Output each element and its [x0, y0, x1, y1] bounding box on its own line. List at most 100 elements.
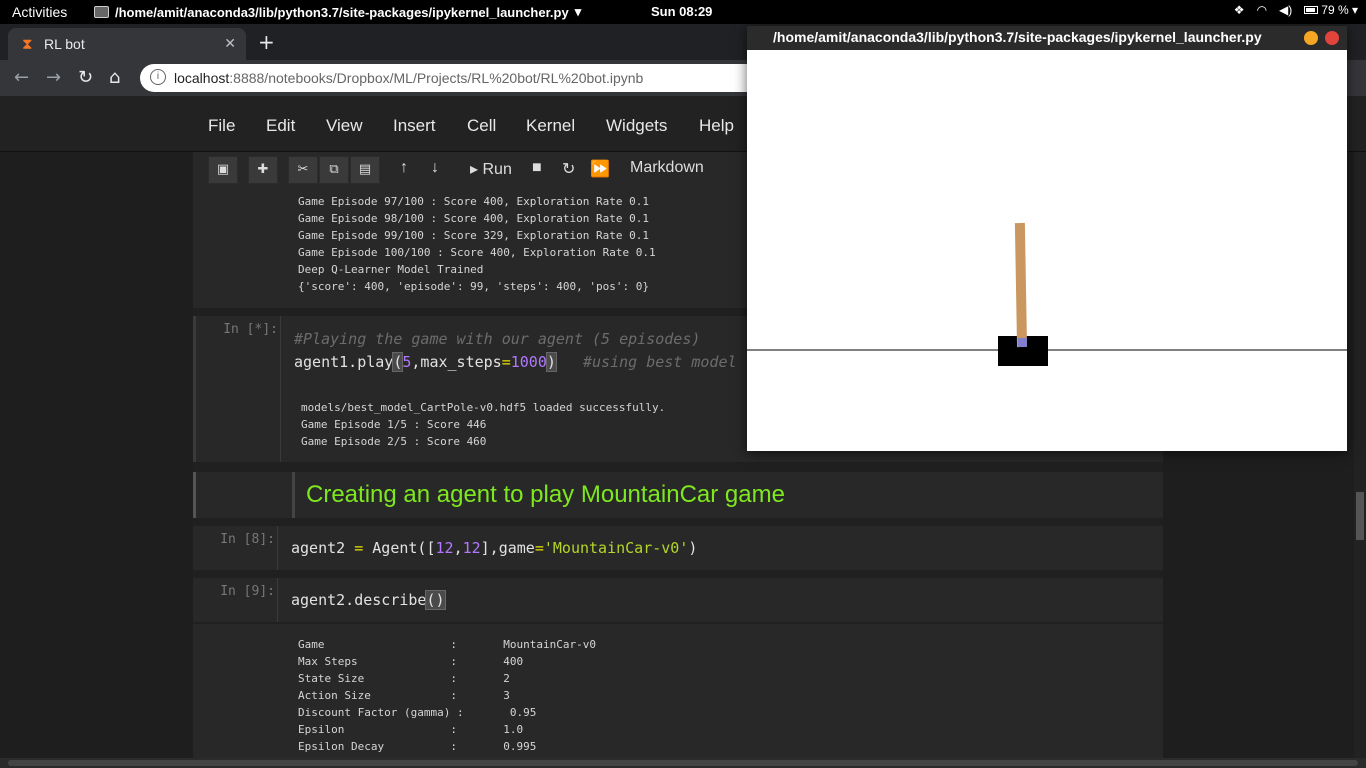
- cartpole-canvas: [747, 50, 1347, 451]
- code-agent2-n1: 12: [435, 539, 454, 557]
- code-play-line[interactable]: agent1.play(5,max_steps=1000) #using bes…: [294, 352, 737, 372]
- scissors-icon[interactable]: ✂: [288, 156, 318, 184]
- menu-file[interactable]: File: [208, 116, 235, 136]
- code-describe-parens: (): [425, 590, 446, 610]
- code-paren-close: ): [545, 352, 557, 372]
- markdown-heading-cell[interactable]: Creating an agent to play MountainCar ga…: [193, 472, 1163, 518]
- fast-forward-icon[interactable]: ⏩: [590, 159, 610, 179]
- code-agent2-kw: ],game: [480, 539, 535, 557]
- menu-kernel[interactable]: Kernel: [526, 116, 575, 136]
- wifi-icon: ◠: [1256, 3, 1268, 17]
- code-trailing-comment: #using best model: [583, 353, 737, 371]
- axle: [1018, 338, 1027, 347]
- arrow-down-icon[interactable]: ↓: [431, 159, 439, 177]
- horizontal-scrollbar[interactable]: [0, 758, 1366, 768]
- battery-percent: 79 %: [1321, 3, 1349, 17]
- cell-describe[interactable]: In [9]: agent2.describe(): [193, 578, 1163, 622]
- system-top-bar: Activities /home/amit/anaconda3/lib/pyth…: [0, 0, 1366, 24]
- clock[interactable]: Sun 08:29: [651, 4, 712, 19]
- cell-prompt-9: In [9]:: [220, 584, 275, 599]
- cell-prompt: In [*]:: [223, 322, 278, 337]
- menu-widgets[interactable]: Widgets: [606, 116, 667, 136]
- chevron-down-icon: ▾: [574, 4, 582, 19]
- cell-type-select[interactable]: Markdown: [630, 159, 704, 177]
- tab-rl-bot[interactable]: ⧗ RL bot ✕: [8, 28, 246, 60]
- address-bar[interactable]: i localhost:8888/notebooks/Dropbox/ML/Pr…: [140, 64, 760, 92]
- app-menu-title: /home/amit/anaconda3/lib/python3.7/site-…: [115, 4, 569, 20]
- restart-icon[interactable]: ↻: [562, 159, 575, 179]
- code-comment-line[interactable]: #Playing the game with our agent (5 epis…: [294, 330, 700, 348]
- system-tray[interactable]: ❖ ◠ ◀) 79 % ▾: [1234, 3, 1358, 17]
- code-agent2-lhs: agent2: [291, 539, 355, 557]
- code-equals: =: [501, 353, 511, 371]
- window-title: /home/amit/anaconda3/lib/python3.7/site-…: [773, 29, 1262, 45]
- code-play-call: agent1.play: [294, 353, 394, 371]
- markdown-divider: [292, 472, 295, 518]
- code-comma: ,: [453, 539, 463, 557]
- copy-icon[interactable]: ⧉: [319, 156, 349, 184]
- run-label: Run: [482, 161, 512, 178]
- close-icon[interactable]: ✕: [224, 35, 236, 52]
- cell-prompt-8: In [8]:: [220, 532, 275, 547]
- cell-divider: [277, 526, 278, 570]
- jupyter-toolbar: ▣ ✚ ✂ ⧉ ▤ ↑ ↓ ▸ Run ■ ↻ ⏩ Markdown: [208, 154, 748, 186]
- cell-output-describe: Game : MountainCar-v0 Max Steps : 400 St…: [193, 624, 1163, 758]
- save-icon[interactable]: ▣: [208, 156, 238, 184]
- cell-agent2-create[interactable]: In [8]: agent2 = Agent([12,12],game='Mou…: [193, 526, 1163, 570]
- code-agent2-close: ): [688, 539, 698, 557]
- run-button[interactable]: ▸ Run: [470, 159, 512, 179]
- gym-render-window[interactable]: /home/amit/anaconda3/lib/python3.7/site-…: [747, 26, 1347, 451]
- plus-icon[interactable]: ✚: [248, 156, 278, 184]
- play-output: models/best_model_CartPole-v0.hdf5 loade…: [301, 401, 666, 448]
- app-menu[interactable]: /home/amit/anaconda3/lib/python3.7/site-…: [94, 4, 581, 20]
- scroll-thumb[interactable]: [1356, 492, 1364, 540]
- dropbox-icon[interactable]: ❖: [1234, 3, 1245, 17]
- training-output: Game Episode 97/100 : Score 400, Explora…: [298, 195, 656, 293]
- canvas-background: [747, 50, 1347, 451]
- url-host: localhost: [174, 70, 230, 86]
- code-agent2-call: Agent([: [363, 539, 436, 557]
- code-describe-line[interactable]: agent2.describe(): [291, 590, 446, 610]
- cell-divider: [277, 578, 278, 622]
- arrow-up-icon[interactable]: ↑: [400, 159, 408, 177]
- run-icon: ▸: [470, 161, 479, 178]
- markdown-heading: Creating an agent to play MountainCar ga…: [306, 481, 785, 508]
- code-describe-call: agent2.describe: [291, 591, 427, 609]
- new-tab-button[interactable]: +: [258, 30, 275, 54]
- forward-icon[interactable]: →: [46, 67, 61, 88]
- info-icon[interactable]: i: [150, 69, 166, 85]
- activities-button[interactable]: Activities: [12, 4, 67, 20]
- code-comment: #Playing the game with our agent (5 epis…: [294, 330, 701, 348]
- vertical-scrollbar[interactable]: [1354, 152, 1366, 758]
- minimize-button[interactable]: [1304, 31, 1318, 45]
- scroll-thumb[interactable]: [8, 760, 1358, 766]
- url-text: localhost:8888/notebooks/Dropbox/ML/Proj…: [174, 70, 643, 86]
- code-agent2-game: 'MountainCar-v0': [543, 539, 689, 557]
- paste-icon[interactable]: ▤: [350, 156, 380, 184]
- battery-icon: [1304, 6, 1319, 14]
- code-equals-2: =: [534, 539, 544, 557]
- hourglass-icon: ⧗: [22, 36, 33, 53]
- code-agent2-line[interactable]: agent2 = Agent([12,12],game='MountainCar…: [291, 539, 697, 557]
- window-titlebar[interactable]: /home/amit/anaconda3/lib/python3.7/site-…: [747, 26, 1347, 50]
- menu-insert[interactable]: Insert: [393, 116, 436, 136]
- menu-cell[interactable]: Cell: [467, 116, 496, 136]
- stop-icon[interactable]: ■: [532, 159, 542, 177]
- code-assign: =: [354, 539, 364, 557]
- code-agent2-n2: 12: [462, 539, 481, 557]
- code-play-steps: 1000: [510, 353, 547, 371]
- volume-icon: ◀): [1279, 3, 1293, 17]
- reload-icon[interactable]: ↻: [78, 67, 93, 88]
- home-icon[interactable]: ⌂: [109, 67, 120, 88]
- describe-output: Game : MountainCar-v0 Max Steps : 400 St…: [298, 638, 597, 753]
- menu-help[interactable]: Help: [699, 116, 734, 136]
- close-window-button[interactable]: [1325, 31, 1339, 45]
- url-path: :8888/notebooks/Dropbox/ML/Projects/RL%2…: [229, 70, 644, 86]
- menu-view[interactable]: View: [326, 116, 363, 136]
- cell-divider: [280, 316, 281, 462]
- tab-title: RL bot: [44, 36, 85, 52]
- back-icon[interactable]: ←: [14, 67, 29, 88]
- code-play-kw: ,max_steps: [411, 353, 502, 371]
- battery-indicator: 79 % ▾: [1304, 3, 1358, 17]
- menu-edit[interactable]: Edit: [266, 116, 295, 136]
